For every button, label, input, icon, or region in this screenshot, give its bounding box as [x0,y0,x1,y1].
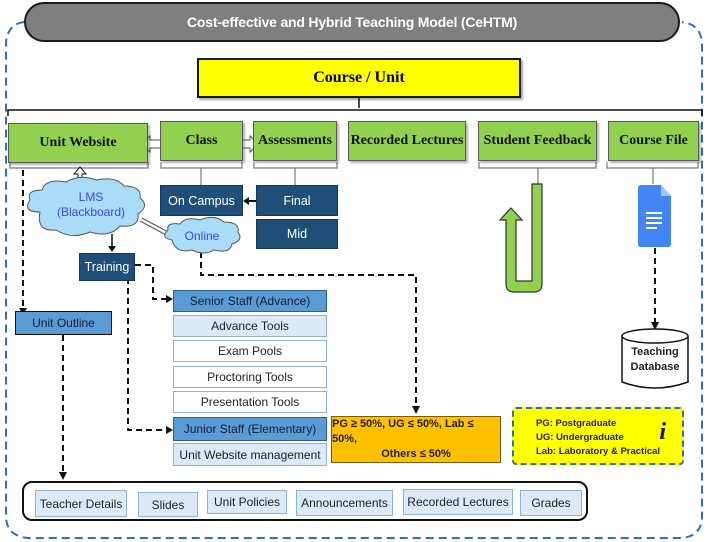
database-label: Teaching Database [622,345,688,375]
section-slides: Slides [138,492,198,517]
abbreviation-legend: PG: Postgraduate UG: Undergraduate Lab: … [512,407,684,465]
senior-staff-item: Presentation Tools [173,391,327,413]
document-icon [638,185,671,247]
section-recorded-lectures: Recorded Lectures [403,489,513,515]
legend-entry: Lab: Laboratory & Practical [536,446,661,457]
section-unit-policies: Unit Policies [207,490,287,514]
info-icon: i [659,419,666,445]
component-recorded-lectures: Recorded Lectures [348,121,466,161]
database-label-line1: Teaching [631,346,679,358]
on-campus-box: On Campus [160,185,243,216]
database-label-line2: Database [630,361,680,373]
senior-staff-item: Advance Tools [173,315,327,337]
senior-staff-item: Proctoring Tools [173,366,327,388]
senior-staff-header: Senior Staff (Advance) [173,290,327,312]
legend-entry: UG: Undergraduate [536,432,624,443]
component-assessments: Assessments [253,121,337,161]
section-teacher-details: Teacher Details [35,490,127,517]
legend-entry: PG: Postgraduate [536,418,617,429]
component-class: Class [160,121,243,161]
component-unit-website: Unit Website [8,123,148,163]
final-to-oncampus-arrowhead [243,197,249,205]
senior-staff-item: Exam Pools [173,340,327,362]
online-label: Online [184,229,220,243]
ratio-line2: Others ≤ 50% [381,448,451,460]
root-bracket [7,109,703,116]
feedback-loop-arrow [498,183,543,293]
mid-exam-box: Mid [256,219,338,249]
feedback-bracket [478,162,597,169]
component-course-file: Course File [608,121,699,161]
ratio-box: PG ≥ 50%, UG ≤ 50%, Lab ≤ 50%, Others ≤ … [331,416,501,463]
section-grades: Grades [520,490,582,516]
junior-staff-header: Junior Staff (Elementary) [173,417,327,441]
junior-staff-item: Unit Website management [173,443,327,466]
component-student-feedback: Student Feedback [478,121,597,161]
class-bracket [160,162,243,169]
assessments-bracket [253,162,338,169]
unit-outline-box: Unit Outline [15,311,112,335]
lms-label-line1: LMS [78,190,104,204]
course-file-bracket [606,162,699,169]
ratio-line1: PG ≥ 50%, UG ≤ 50%, Lab ≤ 50%, [332,418,474,445]
lms-label: LMS (Blackboard) [44,190,138,220]
training-box: Training [79,253,135,281]
final-exam-box: Final [256,185,338,216]
lms-label-line2: (Blackboard) [56,205,126,219]
section-announcements: Announcements [296,490,393,516]
